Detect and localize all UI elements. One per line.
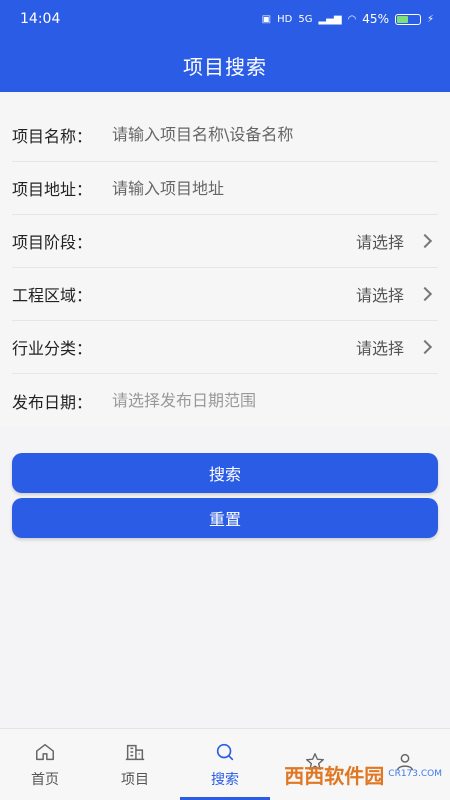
tab-projects[interactable]: 项目	[90, 729, 180, 800]
search-icon	[216, 743, 234, 760]
chevron-right-icon	[417, 339, 433, 355]
chevron-right-icon	[417, 286, 433, 302]
status-time: 14:04	[20, 11, 61, 27]
tab-home-label: 首页	[31, 771, 59, 788]
network-label: 5G	[298, 13, 313, 25]
battery-icon	[394, 13, 421, 25]
industry-category-row[interactable]: 行业分类： 请选择	[12, 321, 438, 374]
charging-icon: ⚡	[426, 13, 434, 25]
engineering-region-label: 工程区域：	[12, 286, 93, 305]
publish-date-input[interactable]	[112, 391, 438, 410]
project-name-label: 项目名称：	[12, 126, 93, 146]
status-bar: 14:04 ▣ HD 5G ▂▄▆ ◠ 45% ⚡	[0, 0, 450, 38]
industry-category-label: 行业分类：	[12, 339, 93, 358]
tab-search[interactable]: 搜索	[180, 729, 270, 800]
project-stage-row[interactable]: 项目阶段： 请选择	[12, 215, 438, 268]
home-icon	[36, 743, 54, 760]
project-address-label: 项目地址：	[12, 180, 93, 199]
battery-percent: 45%	[362, 12, 389, 26]
project-stage-label: 项目阶段：	[12, 233, 93, 252]
tab-search-label: 搜索	[211, 771, 239, 788]
chevron-right-icon	[417, 233, 433, 249]
project-address-input[interactable]	[112, 178, 438, 198]
project-address-row: 项目地址：	[12, 162, 438, 215]
tab-projects-label: 项目	[121, 771, 149, 788]
search-form: 项目名称： 项目地址： 项目阶段： 请选择 工程区域： 请选择 行业分类： 请选…	[0, 92, 450, 427]
project-stage-select[interactable]: 请选择	[112, 229, 420, 253]
engineering-region-select[interactable]: 请选择	[112, 282, 420, 306]
search-button[interactable]: 搜索	[12, 453, 438, 493]
vibrate-icon: ▣	[261, 13, 272, 25]
watermark-logo: 西西软件园 CR173.COM	[284, 754, 442, 794]
publish-date-row[interactable]: 发布日期：	[12, 374, 438, 427]
engineering-region-row[interactable]: 工程区域： 请选择	[12, 268, 438, 321]
hd-icon: HD	[277, 13, 293, 25]
tab-home[interactable]: 首页	[0, 729, 90, 800]
page-title: 项目搜索	[183, 54, 267, 79]
watermark-sub: CR173.COM	[388, 769, 442, 779]
signal-icon: ▂▄▆	[318, 13, 342, 25]
watermark-text: 西西软件园	[284, 763, 385, 788]
reset-button[interactable]: 重置	[12, 498, 438, 538]
project-name-input[interactable]	[112, 125, 438, 144]
industry-category-select[interactable]: 请选择	[112, 335, 420, 359]
wifi-icon: ◠	[347, 13, 357, 25]
app-bar: 项目搜索	[0, 38, 450, 92]
status-icons: ▣ HD 5G ▂▄▆ ◠ 45% ⚡	[262, 12, 434, 26]
building-icon	[125, 744, 145, 760]
publish-date-label: 发布日期：	[12, 392, 93, 412]
project-name-row: 项目名称：	[12, 92, 438, 162]
